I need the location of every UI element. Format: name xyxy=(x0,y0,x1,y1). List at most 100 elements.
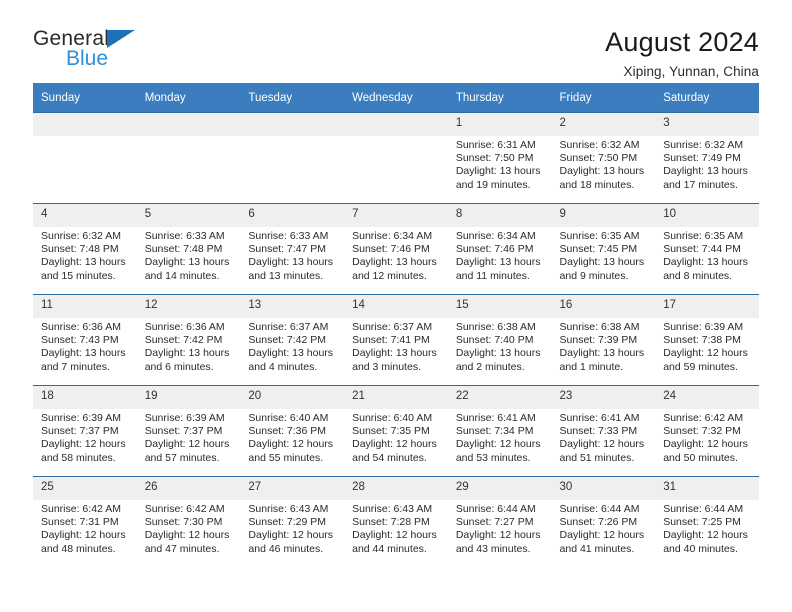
day-info-line: and 58 minutes. xyxy=(41,451,116,464)
calendar-day-cell[interactable]: 30 Sunrise: 6:44 AM Sunset: 7:26 PM Dayligh… xyxy=(551,476,656,567)
calendar-day-cell[interactable]: 8 Sunrise: 6:34 AM Sunset: 7:46 PM Daylight… xyxy=(447,203,552,295)
day-sun-info: Sunrise: 6:44 AM Sunset: 7:25 PM Daylight:… xyxy=(655,500,759,556)
day-info-line: and 57 minutes. xyxy=(144,451,220,464)
calendar-empty-cell xyxy=(33,112,137,204)
day-number: 31 xyxy=(655,477,759,500)
calendar-day-cell[interactable]: 18 Sunrise: 6:39 AM Sunset: 7:37 PM Dayligh… xyxy=(33,385,137,477)
page-subtitle: Xiping, Yunnan, China xyxy=(623,64,759,80)
brand-logo[interactable]: General Blue xyxy=(33,28,163,76)
calendar-day-cell[interactable]: 27 Sunrise: 6:43 AM Sunset: 7:29 PM Dayligh… xyxy=(240,476,345,567)
day-cell-inner: 22 Sunrise: 6:41 AM Sunset: 7:34 PM Dayligh… xyxy=(447,386,552,476)
day-number: 2 xyxy=(551,113,656,136)
day-number: 1 xyxy=(447,113,552,136)
day-sun-info: Sunrise: 6:37 AM Sunset: 7:41 PM Daylight:… xyxy=(344,318,448,374)
day-info-line: Sunrise: 6:41 AM xyxy=(559,412,640,424)
calendar-table: Sunday Monday Tuesday Wednesday Thursday Frid… xyxy=(33,83,759,567)
day-info-line: Sunrise: 6:34 AM xyxy=(352,230,433,242)
calendar-day-cell[interactable]: 13 Sunrise: 6:37 AM Sunset: 7:42 PM Dayligh… xyxy=(240,294,345,386)
day-info-line: Sunrise: 6:36 AM xyxy=(144,321,225,333)
day-cell-inner: 30 Sunrise: 6:44 AM Sunset: 7:26 PM Dayligh… xyxy=(551,477,656,567)
calendar-day-cell[interactable]: 25 Sunrise: 6:42 AM Sunset: 7:31 PM Dayligh… xyxy=(33,476,137,567)
day-info-line: and 41 minutes. xyxy=(559,542,635,555)
day-info-line: and 51 minutes. xyxy=(559,451,635,464)
day-info-line: and 2 minutes. xyxy=(455,360,525,373)
day-cell-inner: 11 Sunrise: 6:36 AM Sunset: 7:43 PM Dayligh… xyxy=(33,295,137,385)
day-info-line: Daylight: 12 hours xyxy=(144,438,230,451)
day-info-line: Daylight: 12 hours xyxy=(559,529,645,542)
calendar-day-cell[interactable]: 17 Sunrise: 6:39 AM Sunset: 7:38 PM Dayligh… xyxy=(655,294,759,386)
day-sun-info: Sunrise: 6:35 AM Sunset: 7:45 PM Daylight:… xyxy=(552,227,656,283)
day-number xyxy=(240,113,345,136)
day-info-line: Sunrise: 6:31 AM xyxy=(455,139,536,151)
calendar-day-cell[interactable]: 2 Sunrise: 6:32 AM Sunset: 7:50 PM Daylight… xyxy=(551,112,656,204)
day-info-line: Daylight: 13 hours xyxy=(144,256,230,269)
day-info-line: Sunrise: 6:36 AM xyxy=(41,321,121,333)
day-info-line: and 4 minutes. xyxy=(248,360,318,373)
day-number: 4 xyxy=(33,204,137,227)
calendar-day-cell[interactable]: 3 Sunrise: 6:32 AM Sunset: 7:49 PM Daylight… xyxy=(655,112,759,204)
day-number: 7 xyxy=(344,204,448,227)
calendar-day-cell[interactable]: 6 Sunrise: 6:33 AM Sunset: 7:47 PM Daylight… xyxy=(240,203,345,295)
calendar-week-row: 1 Sunrise: 6:31 AM Sunset: 7:50 PM Daylight… xyxy=(33,112,759,204)
day-info-line: Sunset: 7:28 PM xyxy=(352,516,430,529)
calendar-day-cell[interactable]: 21 Sunrise: 6:40 AM Sunset: 7:35 PM Dayligh… xyxy=(344,385,448,477)
weekday-header-wednesday: Wednesday xyxy=(344,83,448,113)
day-info-line: and 6 minutes. xyxy=(144,360,214,373)
day-info-line: Sunset: 7:31 PM xyxy=(41,516,119,529)
calendar-day-cell[interactable]: 10 Sunrise: 6:35 AM Sunset: 7:44 PM Dayligh… xyxy=(655,203,759,295)
day-cell-inner: 14 Sunrise: 6:37 AM Sunset: 7:41 PM Dayligh… xyxy=(344,295,448,385)
day-cell-inner: 1 Sunrise: 6:31 AM Sunset: 7:50 PM Daylight… xyxy=(447,113,552,203)
day-info-line: and 48 minutes. xyxy=(41,542,116,555)
day-number: 28 xyxy=(344,477,448,500)
calendar-day-cell[interactable]: 9 Sunrise: 6:35 AM Sunset: 7:45 PM Daylight… xyxy=(551,203,656,295)
calendar-day-cell[interactable]: 11 Sunrise: 6:36 AM Sunset: 7:43 PM Dayligh… xyxy=(33,294,137,386)
calendar-day-cell[interactable]: 14 Sunrise: 6:37 AM Sunset: 7:41 PM Dayligh… xyxy=(344,294,448,386)
day-sun-info: Sunrise: 6:32 AM Sunset: 7:49 PM Daylight:… xyxy=(655,136,759,192)
day-info-line: Daylight: 13 hours xyxy=(248,347,334,360)
day-sun-info: Sunrise: 6:34 AM Sunset: 7:46 PM Daylight:… xyxy=(344,227,448,283)
day-number: 24 xyxy=(655,386,759,409)
calendar-week-row: 18 Sunrise: 6:39 AM Sunset: 7:37 PM Dayligh… xyxy=(33,385,759,477)
calendar-day-cell[interactable]: 20 Sunrise: 6:40 AM Sunset: 7:36 PM Dayligh… xyxy=(240,385,345,477)
day-info-line: Daylight: 12 hours xyxy=(41,529,126,542)
calendar-day-cell[interactable]: 31 Sunrise: 6:44 AM Sunset: 7:25 PM Dayligh… xyxy=(655,476,759,567)
day-sun-info: Sunrise: 6:44 AM Sunset: 7:27 PM Daylight:… xyxy=(448,500,552,556)
day-cell-inner: 8 Sunrise: 6:34 AM Sunset: 7:46 PM Daylight… xyxy=(447,204,552,294)
day-info-line: and 7 minutes. xyxy=(41,360,110,373)
day-number: 21 xyxy=(344,386,448,409)
calendar-day-cell[interactable]: 28 Sunrise: 6:43 AM Sunset: 7:28 PM Dayligh… xyxy=(344,476,448,567)
day-info-line: Sunrise: 6:33 AM xyxy=(248,230,329,242)
calendar-day-cell[interactable]: 7 Sunrise: 6:34 AM Sunset: 7:46 PM Daylight… xyxy=(344,203,448,295)
calendar-day-cell[interactable]: 16 Sunrise: 6:38 AM Sunset: 7:39 PM Dayligh… xyxy=(551,294,656,386)
day-cell-inner: 16 Sunrise: 6:38 AM Sunset: 7:39 PM Dayligh… xyxy=(551,295,656,385)
day-info-line: and 50 minutes. xyxy=(663,451,738,464)
day-info-line: Sunset: 7:42 PM xyxy=(144,334,223,347)
calendar-day-cell[interactable]: 23 Sunrise: 6:41 AM Sunset: 7:33 PM Dayligh… xyxy=(551,385,656,477)
day-cell-inner: 20 Sunrise: 6:40 AM Sunset: 7:36 PM Dayligh… xyxy=(240,386,345,476)
calendar-day-cell[interactable]: 4 Sunrise: 6:32 AM Sunset: 7:48 PM Daylight… xyxy=(33,203,137,295)
calendar-week-row: 25 Sunrise: 6:42 AM Sunset: 7:31 PM Dayligh… xyxy=(33,476,759,567)
day-info-line: and 47 minutes. xyxy=(144,542,220,555)
day-info-line: Sunset: 7:49 PM xyxy=(663,152,741,165)
day-cell-inner: 26 Sunrise: 6:42 AM Sunset: 7:30 PM Dayligh… xyxy=(136,477,241,567)
day-info-line: Daylight: 13 hours xyxy=(352,347,437,360)
calendar-day-cell[interactable]: 5 Sunrise: 6:33 AM Sunset: 7:48 PM Daylight… xyxy=(136,203,241,295)
day-info-line: Daylight: 12 hours xyxy=(144,529,230,542)
day-info-line: Sunrise: 6:39 AM xyxy=(663,321,744,333)
calendar-day-cell[interactable]: 29 Sunrise: 6:44 AM Sunset: 7:27 PM Dayligh… xyxy=(447,476,552,567)
day-number: 15 xyxy=(447,295,552,318)
day-cell-inner: 27 Sunrise: 6:43 AM Sunset: 7:29 PM Dayligh… xyxy=(240,477,345,567)
day-cell-inner: 9 Sunrise: 6:35 AM Sunset: 7:45 PM Daylight… xyxy=(551,204,656,294)
day-sun-info xyxy=(344,136,448,139)
day-info-line: Sunset: 7:42 PM xyxy=(248,334,327,347)
calendar-day-cell[interactable]: 15 Sunrise: 6:38 AM Sunset: 7:40 PM Dayligh… xyxy=(447,294,552,386)
calendar-day-cell[interactable]: 26 Sunrise: 6:42 AM Sunset: 7:30 PM Dayligh… xyxy=(136,476,241,567)
calendar-day-cell[interactable]: 19 Sunrise: 6:39 AM Sunset: 7:37 PM Dayligh… xyxy=(136,385,241,477)
day-cell-inner: 15 Sunrise: 6:38 AM Sunset: 7:40 PM Dayligh… xyxy=(447,295,552,385)
calendar-day-cell[interactable]: 1 Sunrise: 6:31 AM Sunset: 7:50 PM Daylight… xyxy=(447,112,552,204)
calendar-day-cell[interactable]: 22 Sunrise: 6:41 AM Sunset: 7:34 PM Dayligh… xyxy=(447,385,552,477)
day-info-line: Sunset: 7:46 PM xyxy=(455,243,534,256)
calendar-day-cell[interactable]: 24 Sunrise: 6:42 AM Sunset: 7:32 PM Dayligh… xyxy=(655,385,759,477)
day-info-line: Daylight: 12 hours xyxy=(663,347,748,360)
calendar-day-cell[interactable]: 12 Sunrise: 6:36 AM Sunset: 7:42 PM Dayligh… xyxy=(136,294,241,386)
